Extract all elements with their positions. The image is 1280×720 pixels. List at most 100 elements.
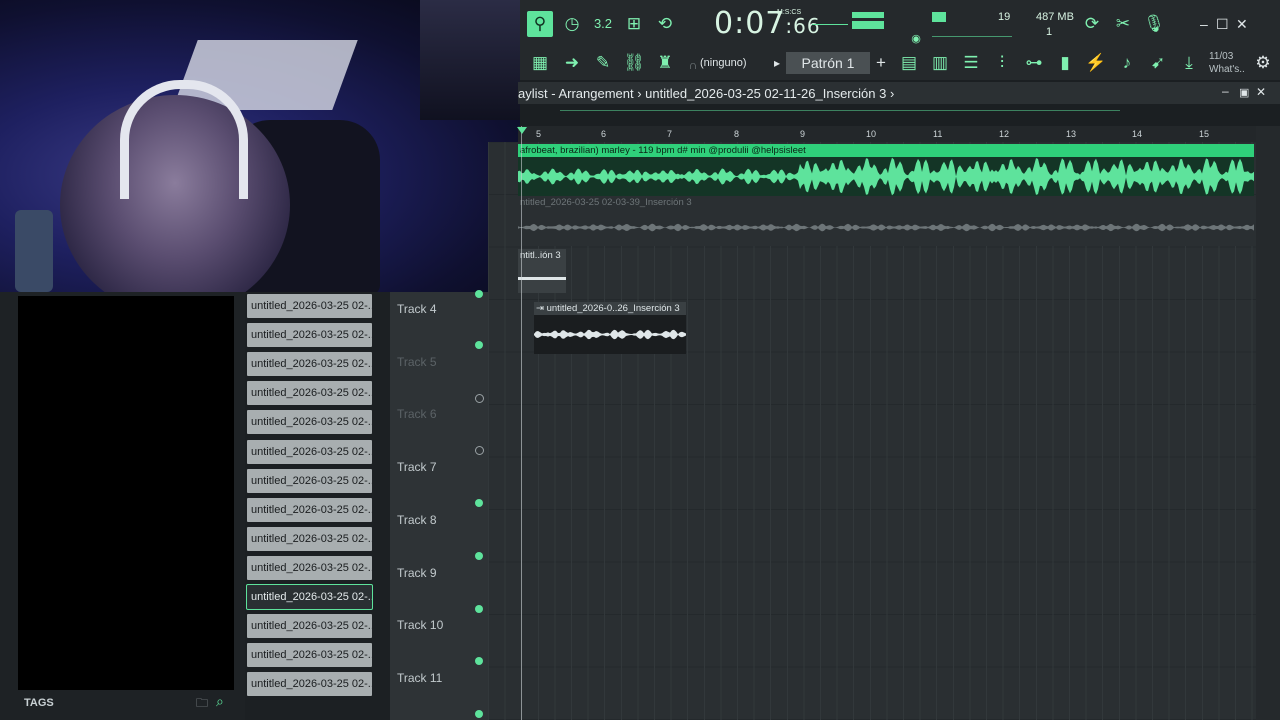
search-icon[interactable]: ⌕	[216, 693, 224, 710]
ruler-tick: 11	[933, 129, 943, 139]
metronome-icon[interactable]: ⚲	[527, 11, 553, 37]
track-name[interactable]: Track 5	[397, 355, 437, 369]
browser-file-item[interactable]: untitled_2026-03-25 02-...	[247, 555, 372, 580]
master-pitch-line[interactable]	[812, 24, 848, 25]
foreground-cup	[15, 210, 53, 292]
snap-selector[interactable]: (ninguno)	[700, 52, 760, 74]
ruler-tick: 15	[1199, 129, 1210, 139]
arrow-right-icon[interactable]: ➜	[559, 50, 585, 76]
step-edit-icon[interactable]: ⊞	[621, 11, 647, 37]
time-unit-label: M:S:CS	[777, 9, 802, 16]
plugin-icon[interactable]: ⚡	[1083, 50, 1109, 76]
piano-roll-icon[interactable]: ☰	[958, 50, 984, 76]
tempo-meter	[852, 12, 884, 18]
audio-clip-main[interactable]: afrobeat, brazilian) marley - 119 bpm d#…	[518, 144, 1254, 196]
browser-file-item[interactable]: untitled_2026-03-25 02-...	[247, 294, 372, 318]
track-name[interactable]: Track 9	[397, 566, 437, 580]
cpu-meter	[932, 12, 946, 22]
panic-icon[interactable]: ⟳	[1079, 11, 1105, 37]
browser-file-item[interactable]: untitled_2026-03-25 02-...	[246, 584, 373, 610]
output-scope	[932, 36, 1012, 37]
file-icon[interactable]: ▮	[1052, 50, 1078, 76]
track-name[interactable]: Track 7	[397, 460, 437, 474]
track-mute-led[interactable]	[475, 341, 483, 349]
background-shelf	[420, 0, 520, 120]
track-mute-led[interactable]	[475, 393, 484, 403]
clip-waveform	[518, 223, 1254, 232]
download-icon[interactable]: ⤓	[1176, 50, 1202, 76]
clip-title: ⇥ untitled_2026-0..26_Inserción 3	[534, 302, 686, 315]
playhead[interactable]	[521, 126, 522, 720]
ruler-tick: 6	[601, 129, 607, 139]
ruler-tick: 7	[667, 129, 673, 139]
clip-title: ntitl..ión 3	[520, 250, 561, 261]
add-pattern-button[interactable]: +	[868, 50, 894, 76]
ruler-tick: 8	[734, 129, 740, 139]
overview-scrollbar[interactable]	[560, 110, 1120, 111]
browser-file-item[interactable]: untitled_2026-03-25 02-...	[247, 352, 372, 377]
track-name[interactable]: Track 10	[397, 618, 443, 632]
track-name[interactable]: Track 11	[397, 671, 442, 685]
track-mute-led[interactable]	[475, 604, 483, 613]
browser-file-item[interactable]: untitled_2026-03-25 02-...	[247, 468, 372, 493]
audio-clip-2[interactable]: ntitled_2026-03-25 02-03-39_Inserción 3	[518, 196, 1254, 246]
folder-icon[interactable]: 🗀	[196, 694, 208, 715]
playlist-close-icon[interactable]: ✕	[1256, 85, 1266, 99]
track-name[interactable]: Track 6	[397, 407, 437, 421]
clip-waveform	[518, 277, 566, 280]
browser-file-item[interactable]: untitled_2026-03-25 02-...	[247, 381, 372, 406]
browser-file-item[interactable]: untitled_2026-03-25 02-...	[247, 439, 372, 464]
channel-rack-icon[interactable]: ▥	[927, 50, 953, 76]
clip-waveform	[518, 157, 1254, 196]
ruler-tick: 5	[536, 129, 542, 139]
playlist-maximize-icon[interactable]: ▣	[1239, 86, 1249, 99]
clip-title: ntitled_2026-03-25 02-03-39_Inserción 3	[520, 197, 692, 208]
playhead-marker-icon[interactable]	[517, 127, 527, 134]
vertical-scrollbar[interactable]	[1256, 126, 1280, 720]
ruler-tick: 10	[866, 129, 877, 139]
audio-clip-4[interactable]: ⇥ untitled_2026-0..26_Inserción 3	[534, 302, 686, 354]
close-icon[interactable]: ✕	[1236, 16, 1248, 33]
tempo-tap-icon[interactable]: ♪	[1114, 50, 1140, 76]
track-mute-led[interactable]	[475, 709, 483, 718]
wait-record-icon[interactable]: ◷	[559, 11, 585, 37]
draw-icon[interactable]: ✎	[590, 50, 616, 76]
cut-icon[interactable]: ✂	[1110, 11, 1136, 37]
audio-clip-3[interactable]: ntitl..ión 3	[518, 249, 566, 293]
chain-icon[interactable]: ⛓	[621, 50, 647, 76]
track-name[interactable]: Track 8	[397, 513, 437, 527]
ruler-tick: 14	[1132, 129, 1143, 139]
playlist-minimize-icon[interactable]: –	[1222, 84, 1229, 98]
playlist-icon[interactable]: ▤	[896, 50, 922, 76]
microphone-icon[interactable]: 🎙	[1141, 11, 1167, 37]
minimize-icon[interactable]: –	[1200, 16, 1208, 32]
bird-icon[interactable]: ➹	[1145, 50, 1171, 76]
browser-icon[interactable]: ⊶	[1021, 50, 1047, 76]
track-3-mute-led[interactable]	[475, 290, 483, 298]
track-name[interactable]: Track 4	[397, 302, 437, 316]
countdown-button[interactable]: 3.2	[590, 11, 616, 37]
ruler-tick: 9	[800, 129, 806, 139]
tags-label[interactable]: TAGS	[24, 697, 54, 709]
polyphony-value: 1	[1046, 26, 1053, 38]
piano-icon[interactable]: ▦	[527, 50, 553, 76]
browser-file-item[interactable]: untitled_2026-03-25 02-...	[247, 643, 372, 668]
pattern-selector[interactable]: Patrón 1	[786, 52, 870, 74]
track-mute-led[interactable]	[475, 551, 483, 560]
loop-record-icon[interactable]: ⟲	[652, 11, 678, 37]
mixer-icon[interactable]: ⫶	[989, 50, 1015, 76]
song-time-display[interactable]: 0:07:66	[714, 6, 821, 41]
browser-file-item[interactable]: untitled_2026-03-25 02-...	[247, 526, 372, 551]
browser-file-item[interactable]: untitled_2026-03-25 02-...	[247, 323, 372, 348]
settings-icon[interactable]: ⚙	[1250, 50, 1276, 76]
tempo-meter-2	[852, 21, 884, 29]
timeline-ruler[interactable]	[518, 126, 1256, 143]
browser-file-item[interactable]: untitled_2026-03-25 02-...	[247, 614, 372, 639]
browser-file-item[interactable]: untitled_2026-03-25 02-...	[247, 672, 372, 697]
news-panel[interactable]: 11/03 What's..	[1209, 50, 1245, 76]
browser-file-item[interactable]: untitled_2026-03-25 02-...	[247, 410, 372, 435]
news-date: 11/03	[1209, 51, 1234, 62]
stamp-icon[interactable]: ♜	[652, 50, 678, 76]
maximize-icon[interactable]: ☐	[1216, 16, 1229, 33]
browser-file-item[interactable]: untitled_2026-03-25 02-...	[247, 497, 372, 522]
